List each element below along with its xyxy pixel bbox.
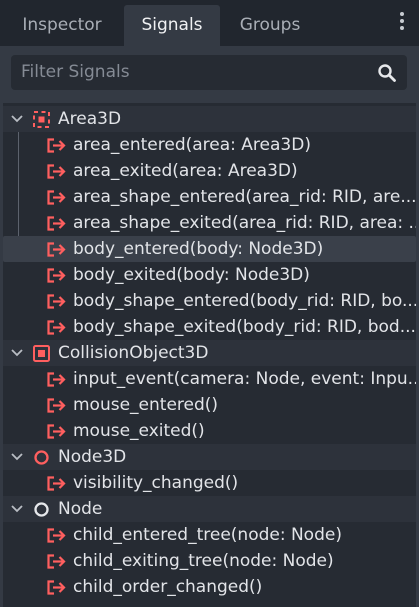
chevron-down-icon[interactable] (10, 348, 24, 358)
signal-icon (47, 372, 66, 387)
filter-signals-input[interactable]: Filter Signals (21, 55, 130, 90)
signal-icon (47, 398, 66, 413)
signal-item[interactable]: area_shape_exited(area_rid: RID, area: .… (3, 210, 416, 236)
tree-group-collisionobject3d[interactable]: CollisionObject3D (3, 340, 416, 366)
signal-label: body_entered(body: Node3D) (73, 239, 324, 259)
signal-icon (47, 138, 66, 153)
signal-item[interactable]: body_exited(body: Node3D) (3, 262, 416, 288)
signal-item[interactable]: area_shape_entered(area_rid: RID, are... (3, 184, 416, 210)
signals-tree[interactable]: Area3D area_entered(area: Area3D) area_exi… (3, 103, 416, 607)
signal-label: area_shape_exited(area_rid: RID, area: .… (73, 213, 416, 233)
signal-icon (47, 294, 66, 309)
area3d-icon (33, 111, 50, 128)
signal-label: input_event(camera: Node, event: Inpu... (73, 369, 416, 389)
chevron-down-icon[interactable] (10, 504, 24, 514)
signal-label: body_shape_entered(body_rid: RID, bo... (73, 291, 416, 311)
signal-item[interactable]: child_order_changed() (3, 574, 416, 600)
tree-group-area3d[interactable]: Area3D (3, 106, 416, 132)
node-icon (34, 502, 49, 517)
signal-label: mouse_exited() (73, 421, 205, 441)
signal-item[interactable]: body_entered(body: Node3D) (3, 236, 416, 262)
signal-icon (47, 476, 66, 491)
signal-icon (47, 424, 66, 439)
signal-icon (47, 528, 66, 543)
signal-label: visibility_changed() (73, 473, 239, 493)
signal-label: area_entered(area: Area3D) (73, 135, 311, 155)
signal-item[interactable]: area_entered(area: Area3D) (3, 132, 416, 158)
signal-label: child_exiting_tree(node: Node) (73, 551, 334, 571)
signal-label: area_shape_entered(area_rid: RID, are... (73, 187, 416, 207)
tree-group-node[interactable]: Node (3, 496, 416, 522)
tab-signals[interactable]: Signals (124, 5, 220, 46)
signal-item[interactable]: child_exiting_tree(node: Node) (3, 548, 416, 574)
signal-icon (47, 164, 66, 179)
signal-item[interactable]: body_shape_exited(body_rid: RID, bod... (3, 314, 416, 340)
signal-icon (47, 580, 66, 595)
filter-signals-field[interactable]: Filter Signals (11, 55, 407, 90)
group-label: Node (58, 499, 103, 519)
dock-tab-bar: Inspector Signals Groups (0, 0, 419, 46)
chevron-down-icon[interactable] (10, 452, 24, 462)
signal-item[interactable]: mouse_exited() (3, 418, 416, 444)
signal-label: child_entered_tree(node: Node) (73, 525, 342, 545)
tab-inspector[interactable]: Inspector (0, 5, 124, 46)
tab-groups[interactable]: Groups (220, 5, 320, 46)
search-icon[interactable] (377, 63, 397, 83)
signal-icon (47, 190, 66, 205)
signal-item[interactable]: area_exited(area: Area3D) (3, 158, 416, 184)
signal-item[interactable]: body_shape_entered(body_rid: RID, bo... (3, 288, 416, 314)
kebab-menu-icon[interactable] (397, 12, 407, 36)
signal-item[interactable]: child_entered_tree(node: Node) (3, 522, 416, 548)
signal-icon (47, 216, 66, 231)
node3d-icon (34, 450, 49, 465)
signal-label: child_order_changed() (73, 577, 263, 597)
group-label: CollisionObject3D (58, 343, 209, 363)
signal-item[interactable]: input_event(camera: Node, event: Inpu... (3, 366, 416, 392)
signal-label: mouse_entered() (73, 395, 219, 415)
signal-label: body_exited(body: Node3D) (73, 265, 310, 285)
group-label: Node3D (58, 447, 127, 467)
signal-icon (47, 268, 66, 283)
collision-object-3d-icon (33, 345, 50, 362)
chevron-down-icon[interactable] (10, 114, 24, 124)
signal-label: area_exited(area: Area3D) (73, 161, 298, 181)
tree-group-node3d[interactable]: Node3D (3, 444, 416, 470)
signal-item[interactable]: visibility_changed() (3, 470, 416, 496)
signal-icon (47, 242, 66, 257)
signal-icon (47, 320, 66, 335)
signal-label: body_shape_exited(body_rid: RID, bod... (73, 317, 416, 337)
signal-item[interactable]: mouse_entered() (3, 392, 416, 418)
group-label: Area3D (58, 109, 122, 129)
signal-icon (47, 554, 66, 569)
